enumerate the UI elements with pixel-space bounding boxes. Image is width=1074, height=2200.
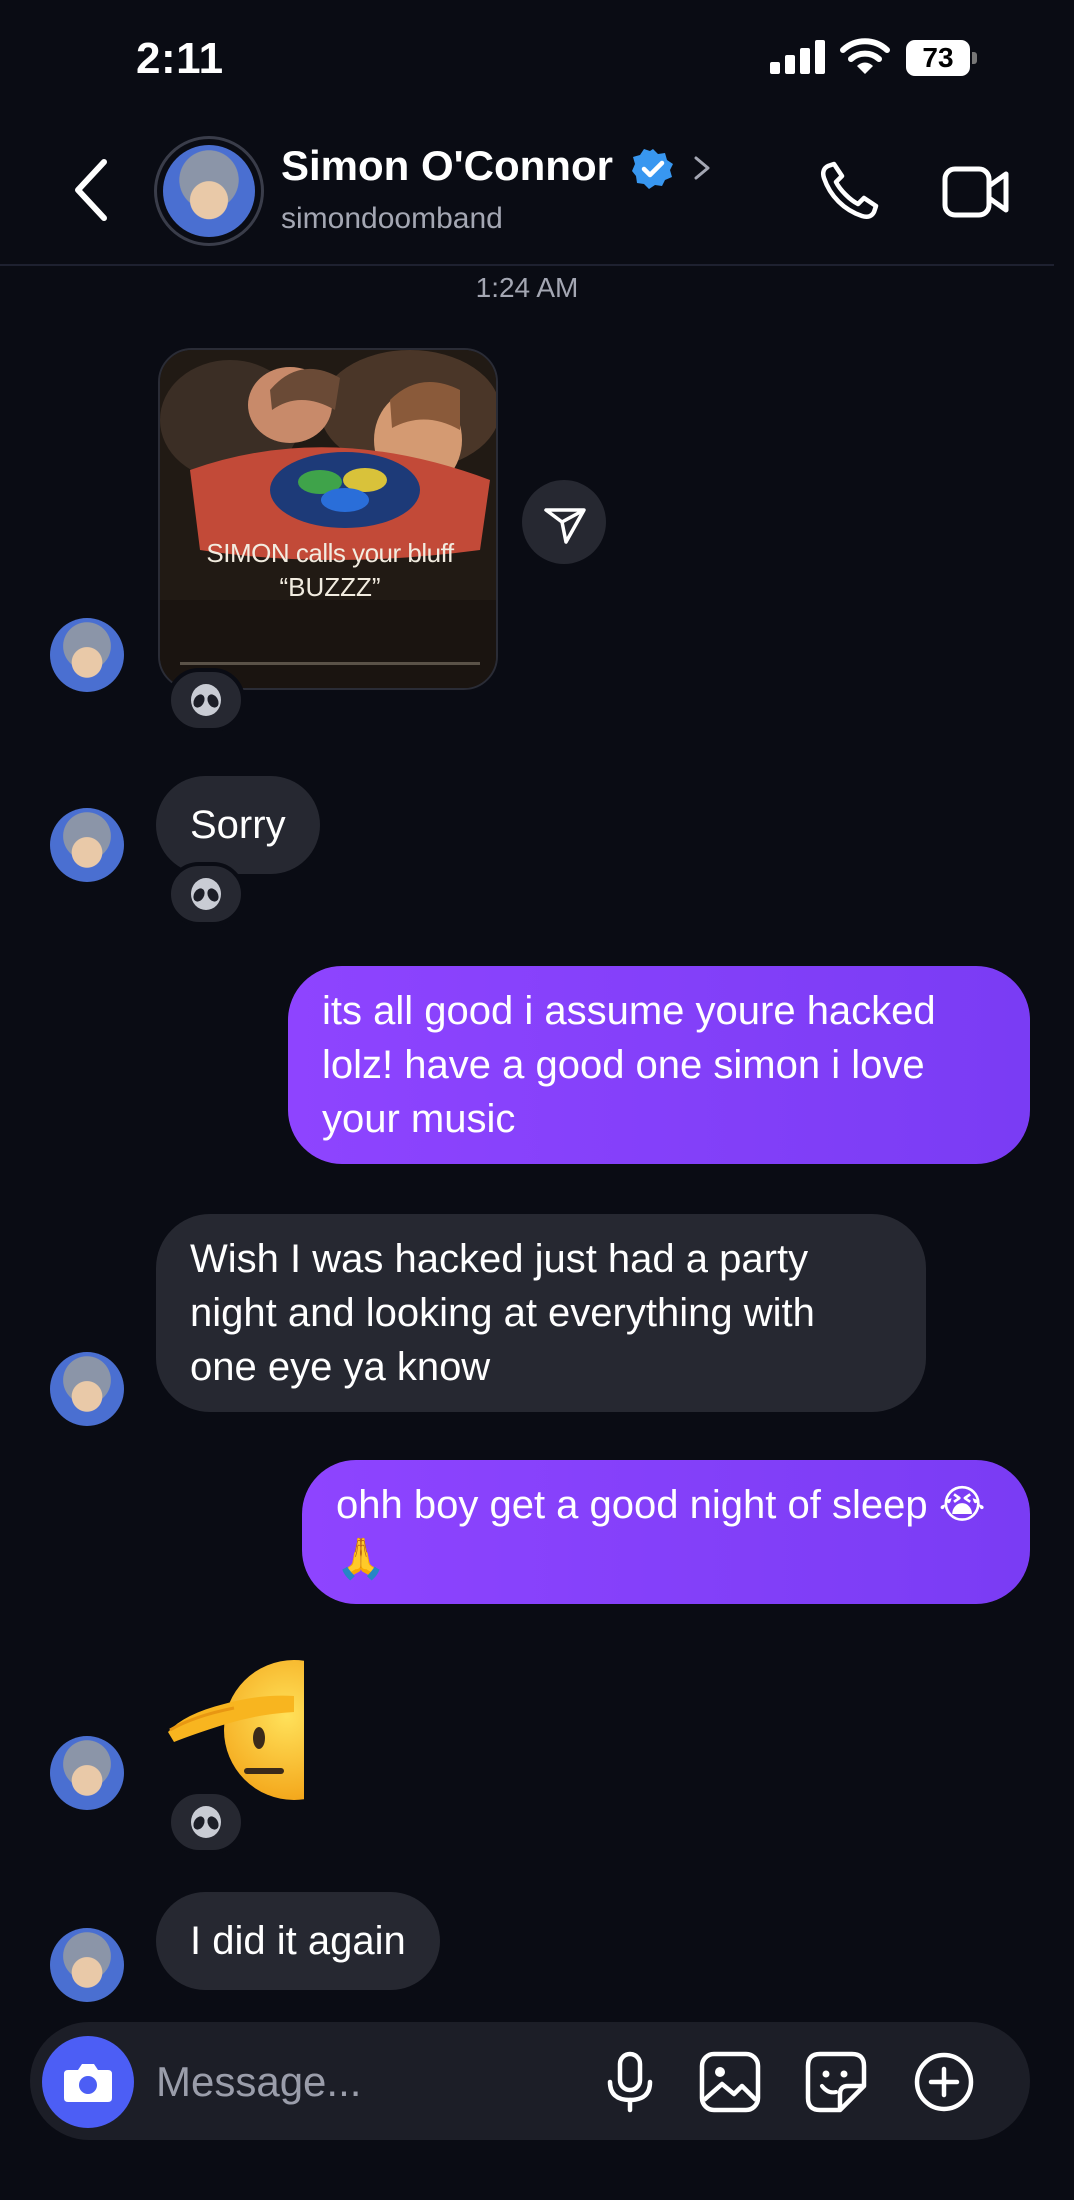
saluting-face-icon <box>168 1660 304 1800</box>
contact-avatar[interactable] <box>163 145 255 237</box>
sticker-icon[interactable] <box>804 2050 868 2114</box>
cellular-signal-icon <box>770 40 825 74</box>
chevron-right-icon[interactable] <box>690 150 714 186</box>
gallery-icon[interactable] <box>698 2050 762 2114</box>
message-bubble-outgoing[interactable]: its all good i assume youre hacked lolz!… <box>288 966 1030 1164</box>
photo-message[interactable] <box>158 348 498 690</box>
camera-icon <box>64 2064 112 2102</box>
status-time: 2:11 <box>136 34 224 83</box>
sender-avatar[interactable] <box>50 618 124 692</box>
salute-emoji-message[interactable] <box>164 1660 304 1810</box>
battery-indicator: 73 <box>906 40 978 76</box>
verified-badge-icon <box>632 149 673 189</box>
photo-image <box>160 350 496 688</box>
reaction-badge[interactable] <box>167 1790 245 1854</box>
share-button[interactable] <box>522 480 606 564</box>
message-input[interactable] <box>156 2050 576 2114</box>
sender-avatar[interactable] <box>50 808 124 882</box>
alien-emoji-icon <box>191 1806 221 1838</box>
alien-emoji-icon <box>191 878 221 910</box>
conversation-timestamp: 1:24 AM <box>475 272 579 303</box>
camera-button[interactable] <box>42 2036 134 2128</box>
message-bubble-incoming[interactable]: Sorry <box>156 776 320 874</box>
photo-caption-line2: “BUZZZ” <box>279 572 381 602</box>
back-button[interactable] <box>60 150 120 230</box>
wifi-icon <box>840 38 890 74</box>
contact-name[interactable]: Simon O'Connor <box>281 142 613 190</box>
message-bubble-outgoing[interactable]: ohh boy get a good night of sleep 😭🙏 <box>302 1460 1030 1604</box>
send-icon <box>544 508 586 544</box>
contact-username[interactable]: simondoomband <box>281 202 503 236</box>
message-bubble-incoming[interactable]: Wish I was hacked just had a party night… <box>156 1214 926 1412</box>
sender-avatar[interactable] <box>50 1352 124 1426</box>
video-call-icon[interactable] <box>942 164 1010 220</box>
header-divider <box>0 264 1054 266</box>
phone-call-icon[interactable] <box>818 160 880 222</box>
reaction-badge[interactable] <box>167 668 245 732</box>
alien-emoji-icon <box>191 684 221 716</box>
sender-avatar[interactable] <box>50 1736 124 1810</box>
battery-level: 73 <box>922 42 954 73</box>
message-bubble-incoming[interactable]: I did it again <box>156 1892 440 1990</box>
microphone-icon[interactable] <box>598 2050 662 2114</box>
add-icon[interactable] <box>912 2050 976 2114</box>
reaction-badge[interactable] <box>167 862 245 926</box>
photo-caption-line1: SIMON calls your bluff <box>206 538 454 568</box>
sender-avatar[interactable] <box>50 1928 124 2002</box>
